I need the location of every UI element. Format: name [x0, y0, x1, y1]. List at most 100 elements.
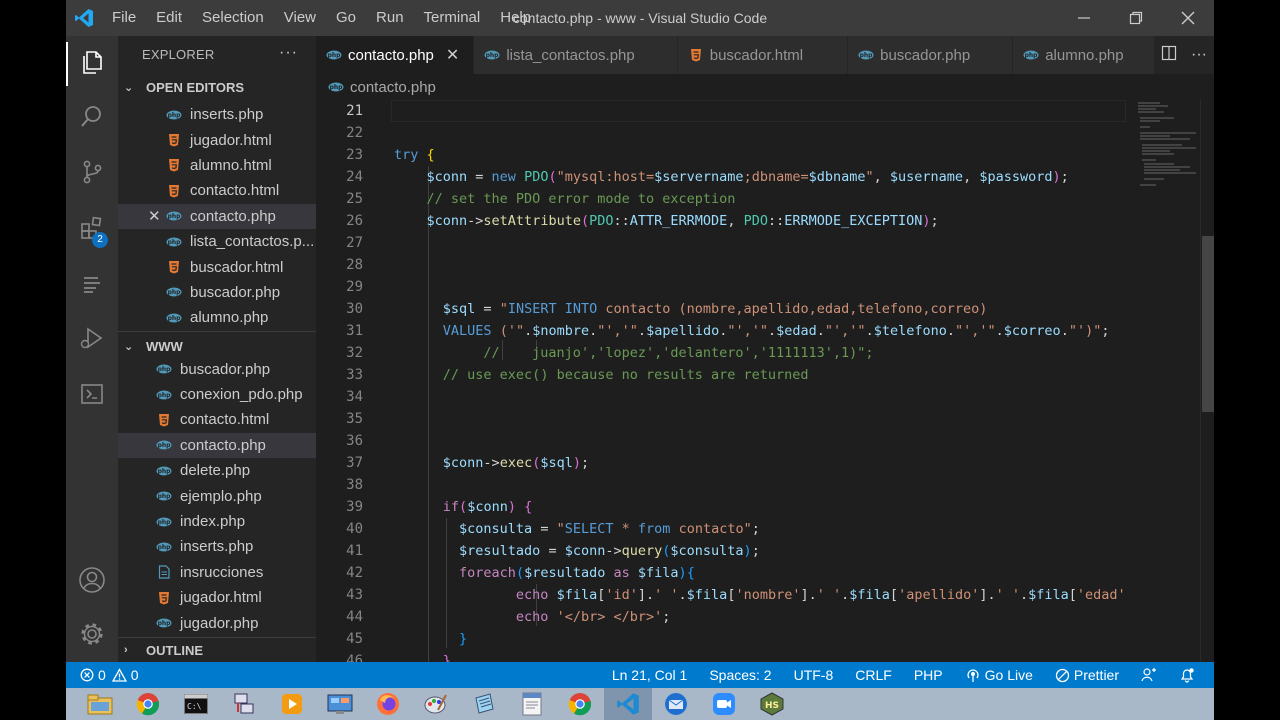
file-tree-item[interactable]: php delete.php — [118, 458, 316, 483]
close-editor-icon[interactable]: ✕ — [148, 207, 161, 225]
testing-button[interactable] — [66, 260, 118, 308]
taskbar-vscode[interactable] — [604, 688, 652, 720]
source-control-button[interactable] — [66, 148, 118, 196]
close-window-button[interactable] — [1162, 0, 1214, 36]
taskbar-firefox[interactable] — [364, 688, 412, 720]
taskbar-chrome-2[interactable] — [556, 688, 604, 720]
menu-file[interactable]: File — [102, 0, 146, 36]
menu-terminal[interactable]: Terminal — [414, 0, 491, 36]
extensions-button[interactable]: 2 — [66, 204, 118, 252]
menu-view[interactable]: View — [274, 0, 326, 36]
explorer-button[interactable] — [66, 38, 118, 86]
minimap[interactable] — [1126, 100, 1200, 662]
more-actions-button[interactable]: ··· — [1184, 46, 1214, 64]
vertical-scrollbar[interactable] — [1200, 100, 1214, 662]
file-name: insrucciones — [180, 563, 264, 581]
breadcrumb-file: contacto.php — [350, 78, 436, 96]
tab-alumno-php[interactable]: php alumno.php — [1013, 36, 1167, 74]
taskbar-document[interactable] — [508, 688, 556, 720]
taskbar-zoom[interactable] — [700, 688, 748, 720]
file-tree-item[interactable]: php jugador.php — [118, 610, 316, 635]
end-of-line[interactable]: CRLF — [844, 667, 903, 683]
taskbar-control-panel[interactable] — [316, 688, 364, 720]
manage-button[interactable] — [66, 610, 118, 658]
open-editors-label: OPEN EDITORS — [146, 79, 245, 95]
tab-buscador-html[interactable]: buscador.html — [677, 36, 849, 74]
tab-lista-contactos-php[interactable]: php lista_contactos.php — [474, 36, 678, 74]
restore-button[interactable] — [1110, 0, 1162, 36]
minimize-button[interactable] — [1058, 0, 1110, 36]
tab-buscador-php[interactable]: php buscador.php — [848, 36, 1014, 74]
file-tree-item[interactable]: contacto.html — [118, 407, 316, 432]
indentation[interactable]: Spaces: 2 — [698, 667, 782, 683]
more-actions-icon[interactable]: ··· — [279, 44, 298, 62]
notifications-button[interactable] — [1168, 667, 1206, 683]
menu-go[interactable]: Go — [326, 0, 366, 36]
search-icon — [81, 106, 101, 127]
breadcrumb[interactable]: php contacto.php — [316, 74, 1214, 100]
workspace-file-list: php buscador.php php conexion_pdo.php contac… — [118, 357, 316, 636]
php-file-icon: php — [166, 284, 182, 300]
split-editor-button[interactable] — [1154, 45, 1184, 66]
close-tab-icon[interactable]: ✕ — [446, 45, 459, 65]
php-file-icon: php — [156, 514, 172, 530]
source-control-icon — [83, 160, 102, 184]
accounts-button[interactable] — [66, 556, 118, 604]
tab-contacto-php[interactable]: php contacto.php ✕ — [316, 36, 475, 74]
encoding[interactable]: UTF-8 — [783, 667, 845, 683]
menu-help[interactable]: Help — [490, 0, 541, 36]
prettier-button[interactable]: Prettier — [1044, 667, 1130, 683]
open-editor-item[interactable]: buscador.html — [118, 254, 316, 279]
open-editor-item[interactable]: php buscador.php — [118, 280, 316, 305]
taskbar-media-player[interactable] — [268, 688, 316, 720]
html-file-icon — [166, 259, 182, 275]
taskbar-file-explorer[interactable] — [76, 688, 124, 720]
scrollbar-thumb[interactable] — [1202, 236, 1214, 412]
open-editors-header[interactable]: ⌄ OPEN EDITORS — [118, 72, 316, 102]
file-tree-item[interactable]: php buscador.php — [118, 357, 316, 382]
open-editor-item[interactable]: php inserts.php — [118, 102, 316, 127]
menu-edit[interactable]: Edit — [146, 0, 192, 36]
problems-indicator[interactable]: 0 0 — [80, 667, 150, 683]
go-live-button[interactable]: Go Live — [954, 667, 1044, 683]
taskbar-notepad[interactable] — [460, 688, 508, 720]
open-editor-item[interactable]: alumno.html — [118, 153, 316, 178]
feedback-button[interactable] — [1130, 667, 1168, 683]
open-editor-item[interactable]: contacto.html — [118, 178, 316, 203]
file-name: jugador.html — [180, 589, 262, 607]
search-button[interactable] — [66, 92, 118, 140]
taskbar-chrome[interactable] — [124, 688, 172, 720]
remote-explorer-button[interactable] — [66, 370, 118, 418]
file-tree-item[interactable]: jugador.html — [118, 585, 316, 610]
taskbar-paint[interactable] — [412, 688, 460, 720]
open-editor-item[interactable]: ✕ php contacto.php — [118, 203, 316, 229]
line-number: 46 — [346, 653, 363, 662]
file-tree-item[interactable]: php conexion_pdo.php — [118, 382, 316, 407]
taskbar-network[interactable] — [220, 688, 268, 720]
file-tree-item[interactable]: php contacto.php — [118, 432, 316, 459]
file-tree-item[interactable]: php inserts.php — [118, 534, 316, 559]
taskbar-terminal[interactable]: C:\ — [172, 688, 220, 720]
run-debug-button[interactable] — [66, 314, 118, 362]
open-editor-item[interactable]: php lista_contactos.p... — [118, 229, 316, 254]
code-editor[interactable]: 21 22 23 24 25 26 27 28 29 30 31 32 33 34 35 36 37 38 39 40… — [316, 100, 1126, 662]
svg-text:php: php — [168, 239, 182, 246]
close-icon — [1181, 11, 1195, 25]
open-editor-item[interactable]: jugador.html — [118, 127, 316, 152]
menu-run[interactable]: Run — [366, 0, 414, 36]
open-editor-item[interactable]: php alumno.php — [118, 305, 316, 330]
file-tree-item[interactable]: php index.php — [118, 509, 316, 534]
svg-text:HS: HS — [765, 701, 779, 711]
cursor-position[interactable]: Ln 21, Col 1 — [601, 667, 699, 683]
extensions-badge: 2 — [92, 232, 108, 248]
menu-selection[interactable]: Selection — [192, 0, 274, 36]
taskbar-heidisql[interactable]: HS — [748, 688, 796, 720]
file-explorer-icon — [87, 694, 113, 715]
feedback-person-icon — [1141, 668, 1156, 682]
outline-header[interactable]: › OUTLINE — [118, 637, 316, 662]
language-mode[interactable]: PHP — [903, 667, 954, 683]
explorer-title: EXPLORER — [142, 46, 215, 62]
file-tree-item[interactable]: insrucciones — [118, 560, 316, 585]
taskbar-thunderbird[interactable] — [652, 688, 700, 720]
file-tree-item[interactable]: php ejemplo.php — [118, 483, 316, 508]
